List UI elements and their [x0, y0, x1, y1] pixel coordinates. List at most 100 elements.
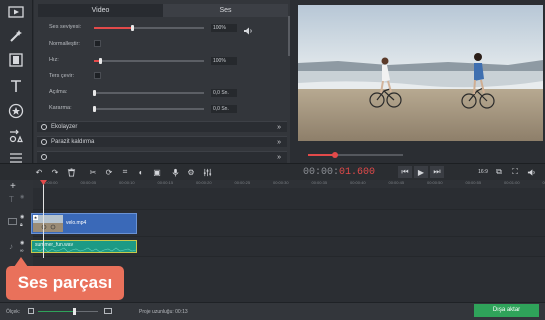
- timecode-current: 01.600: [339, 167, 376, 178]
- playback-progress-knob[interactable]: [332, 152, 338, 158]
- section-radio-icon: [41, 124, 47, 130]
- video-clip-name: velo.mp4: [66, 220, 87, 226]
- settings-gear-icon[interactable]: ⚙: [185, 166, 197, 178]
- ruler-tick-label: 00:00:10: [119, 180, 135, 185]
- fade-out-slider[interactable]: [94, 108, 204, 110]
- project-length: Proje uzunluğu: 00:13: [139, 309, 188, 315]
- tab-video[interactable]: Video: [38, 4, 163, 17]
- ruler-tick-label: 00:00:30: [273, 180, 289, 185]
- volume-icon[interactable]: [525, 166, 537, 178]
- speed-value[interactable]: 100%: [211, 57, 237, 65]
- speed-slider-knob[interactable]: [99, 58, 102, 64]
- audio-clip[interactable]: summer_fun.wav: [31, 240, 137, 253]
- text-icon[interactable]: [5, 76, 27, 96]
- skip-forward-icon[interactable]: ⏭: [430, 166, 444, 178]
- ruler-tick-label: 00:00:50: [427, 180, 443, 185]
- fade-out-slider-knob[interactable]: [93, 106, 96, 112]
- ruler-tick-label: 00:00:05: [80, 180, 97, 185]
- player-bar: [298, 141, 545, 163]
- text-track-icon: T: [9, 195, 14, 204]
- undo-icon[interactable]: ↶: [33, 166, 45, 178]
- fade-in-slider-knob[interactable]: [93, 90, 96, 96]
- next-section-partial[interactable]: »: [37, 151, 287, 163]
- chevron-double-right-icon: »: [277, 154, 281, 161]
- video-track-eye-icon[interactable]: ◉: [20, 214, 24, 220]
- crop-icon[interactable]: ⌗: [119, 166, 131, 178]
- playhead[interactable]: [43, 180, 44, 258]
- cut-icon[interactable]: ✂: [87, 166, 99, 178]
- reverse-label: Ters çevir:: [49, 73, 75, 79]
- ruler-tick-label: 00:00:40: [350, 180, 366, 185]
- rotate-icon[interactable]: ⟳: [103, 166, 115, 178]
- play-icon[interactable]: ▶: [414, 166, 428, 178]
- video-preview[interactable]: [298, 5, 543, 141]
- audio-track-volume-icon[interactable]: ◉: [20, 240, 24, 246]
- text-track[interactable]: [33, 188, 545, 210]
- project-length-value: 00:13: [175, 309, 188, 315]
- normalize-label: Normalleştir:: [49, 41, 80, 47]
- add-track-icon[interactable]: +: [10, 181, 16, 192]
- reverse-checkbox[interactable]: [94, 72, 101, 79]
- color-adjust-icon[interactable]: ◐: [135, 166, 147, 178]
- ruler-tick-label: 00:00:45: [388, 180, 405, 185]
- ruler-tick-label: 00:00:15: [157, 180, 174, 185]
- equalizer-label: Ekolayzer: [51, 124, 78, 130]
- fade-out-value[interactable]: 0,0 Sn.: [211, 105, 237, 113]
- video-track-icon: [8, 218, 17, 225]
- audio-track-link-icon[interactable]: ∞: [20, 248, 24, 254]
- zoom-in-icon[interactable]: [104, 308, 112, 314]
- ruler-tick-label: 00:00:55: [465, 180, 482, 185]
- audio-track-icon: ♪: [9, 242, 13, 251]
- chevron-double-right-icon: »: [277, 139, 281, 146]
- aspect-ratio-button[interactable]: 16:9: [476, 166, 490, 178]
- transitions-icon[interactable]: [5, 126, 27, 146]
- speed-slider[interactable]: [94, 60, 204, 62]
- volume-slider-knob[interactable]: [131, 25, 134, 31]
- scale-slider-knob[interactable]: [73, 308, 76, 315]
- timecode-prefix: 00:00:: [303, 167, 340, 178]
- speed-label: Hız:: [49, 57, 59, 63]
- wand-icon[interactable]: [5, 26, 27, 46]
- equalizer-icon[interactable]: [201, 166, 213, 178]
- chevron-double-right-icon: »: [277, 124, 281, 131]
- clip-star-icon[interactable]: ★: [33, 215, 38, 220]
- zoom-out-icon[interactable]: [28, 308, 34, 314]
- video-clip[interactable]: ★ velo.mp4: [31, 213, 137, 234]
- properties-tabs: Video Ses: [38, 4, 288, 17]
- audio-waveform: [32, 247, 136, 253]
- video-track-lock-icon[interactable]: 🔒︎: [20, 222, 23, 228]
- fullscreen-icon[interactable]: ⛶: [509, 166, 521, 178]
- project-length-label: Proje uzunluğu:: [139, 309, 174, 315]
- properties-scrollbar[interactable]: [288, 16, 290, 56]
- properties-panel: Video Ses Ses seviyesi: 100% Normalleşti…: [34, 0, 290, 163]
- external-window-icon[interactable]: ⧉: [493, 166, 505, 178]
- sticker-star-icon[interactable]: [5, 101, 27, 121]
- trash-icon[interactable]: [65, 166, 77, 178]
- noise-removal-section[interactable]: Parazit kaldırma »: [37, 136, 287, 147]
- ruler-tick-label: 00:00:35: [311, 180, 328, 185]
- noise-removal-label: Parazit kaldırma: [51, 139, 95, 145]
- tab-audio[interactable]: Ses: [163, 4, 288, 17]
- ruler-tick-label: 00:01:00: [504, 180, 520, 185]
- fade-in-slider[interactable]: [94, 92, 204, 94]
- filmstrip-icon[interactable]: [5, 50, 27, 70]
- equalizer-section[interactable]: Ekolayzer »: [37, 121, 287, 132]
- fade-in-label: Açılma:: [49, 89, 68, 95]
- clip-properties-icon[interactable]: ▣: [151, 166, 163, 178]
- ruler-tick-label: 00:00:20: [196, 180, 212, 185]
- timecode: 00:00:01.600: [303, 167, 375, 178]
- redo-icon[interactable]: ↷: [49, 166, 61, 178]
- export-button[interactable]: Dışa aktar: [474, 304, 539, 317]
- microphone-icon[interactable]: [169, 166, 181, 178]
- skip-back-icon[interactable]: ⏮: [398, 166, 412, 178]
- media-import-icon[interactable]: [5, 2, 27, 22]
- speaker-icon[interactable]: [243, 23, 253, 35]
- volume-value[interactable]: 100%: [211, 24, 237, 32]
- fade-in-value[interactable]: 0,0 Sn.: [211, 89, 237, 97]
- scale-label: Ölçek:: [6, 309, 21, 315]
- normalize-checkbox[interactable]: [94, 40, 101, 47]
- status-bar: Ölçek: Proje uzunluğu: 00:13: [0, 302, 545, 320]
- volume-label: Ses seviyesi:: [49, 24, 82, 30]
- left-toolbar: [0, 0, 33, 163]
- track-visibility-icon[interactable]: ◉: [20, 194, 24, 200]
